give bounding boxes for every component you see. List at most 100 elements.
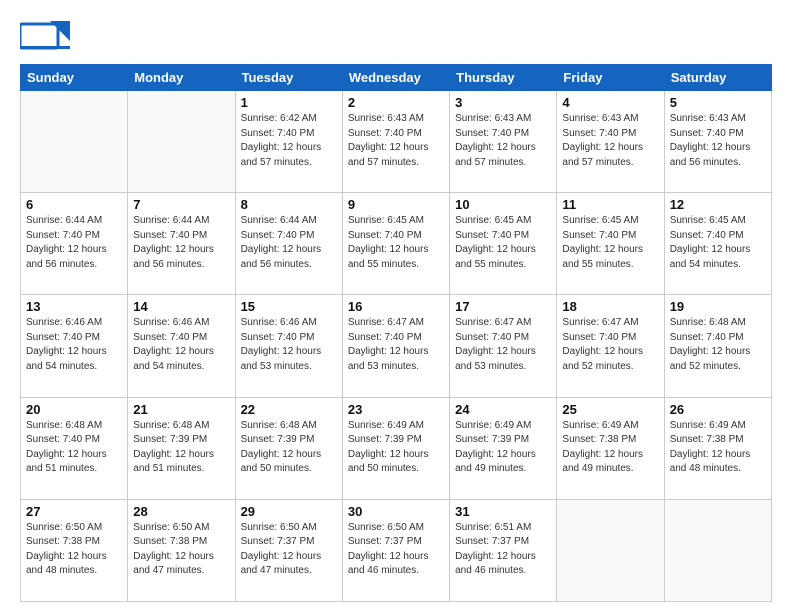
day-number: 7 [133, 197, 229, 212]
calendar-cell: 29 Sunrise: 6:50 AM Sunset: 7:37 PM Dayli… [235, 499, 342, 601]
day-info: Sunrise: 6:51 AM Sunset: 7:37 PM Dayligh… [455, 521, 551, 579]
day-info: Sunrise: 6:47 AM Sunset: 7:40 PM Dayligh… [455, 316, 551, 374]
calendar-cell: 15Sunrise: 6:46 AM Sunset: 7:40 PM Dayli… [235, 295, 342, 397]
calendar-cell: 9Sunrise: 6:45 AM Sunset: 7:40 PM Daylig… [342, 193, 449, 295]
day-info: Sunrise: 6:49 AM Sunset: 7:38 PM Dayligh… [670, 419, 766, 477]
calendar-cell: 11 Sunrise: 6:45 AM Sunset: 7:40 PM Dayli… [557, 193, 664, 295]
week-row-4: 20Sunrise: 6:48 AM Sunset: 7:40 PM Dayli… [21, 397, 772, 499]
calendar-cell: 24Sunrise: 6:49 AM Sunset: 7:39 PM Dayli… [450, 397, 557, 499]
day-info: Sunrise: 6:45 AM Sunset: 7:40 PM Dayligh… [348, 214, 444, 272]
calendar-cell: 19 Sunrise: 6:48 AM Sunset: 7:40 PM Dayli… [664, 295, 771, 397]
day-info: Sunrise: 6:44 AM Sunset: 7:40 PM Dayligh… [133, 214, 229, 272]
week-row-5: 27 Sunrise: 6:50 AM Sunset: 7:38 PM Dayli… [21, 499, 772, 601]
day-number: 3 [455, 95, 551, 110]
day-number: 25 [562, 402, 658, 417]
column-header-friday: Friday [557, 65, 664, 91]
calendar-cell: 28 Sunrise: 6:50 AM Sunset: 7:38 PM Dayli… [128, 499, 235, 601]
day-number: 13 [26, 299, 122, 314]
day-number: 6 [26, 197, 122, 212]
day-number: 10 [455, 197, 551, 212]
calendar-cell [21, 91, 128, 193]
calendar-cell: 8 Sunrise: 6:44 AM Sunset: 7:40 PM Daylig… [235, 193, 342, 295]
calendar-cell: 18 Sunrise: 6:47 AM Sunset: 7:40 PM Dayli… [557, 295, 664, 397]
day-info: Sunrise: 6:48 AM Sunset: 7:39 PM Dayligh… [133, 419, 229, 477]
day-info: Sunrise: 6:43 AM Sunset: 7:40 PM Dayligh… [562, 112, 658, 170]
calendar-cell: 13 Sunrise: 6:46 AM Sunset: 7:40 PM Dayli… [21, 295, 128, 397]
day-info: Sunrise: 6:43 AM Sunset: 7:40 PM Dayligh… [348, 112, 444, 170]
calendar-cell: 14Sunrise: 6:46 AM Sunset: 7:40 PM Dayli… [128, 295, 235, 397]
day-number: 19 [670, 299, 766, 314]
day-number: 17 [455, 299, 551, 314]
day-number: 8 [241, 197, 337, 212]
day-number: 28 [133, 504, 229, 519]
calendar-cell: 20Sunrise: 6:48 AM Sunset: 7:40 PM Dayli… [21, 397, 128, 499]
day-number: 5 [670, 95, 766, 110]
column-header-monday: Monday [128, 65, 235, 91]
calendar-cell: 25 Sunrise: 6:49 AM Sunset: 7:38 PM Dayli… [557, 397, 664, 499]
calendar-cell: 12 Sunrise: 6:45 AM Sunset: 7:40 PM Dayli… [664, 193, 771, 295]
day-info: Sunrise: 6:46 AM Sunset: 7:40 PM Dayligh… [26, 316, 122, 374]
day-info: Sunrise: 6:44 AM Sunset: 7:40 PM Dayligh… [241, 214, 337, 272]
day-info: Sunrise: 6:49 AM Sunset: 7:38 PM Dayligh… [562, 419, 658, 477]
day-info: Sunrise: 6:47 AM Sunset: 7:40 PM Dayligh… [348, 316, 444, 374]
day-info: Sunrise: 6:49 AM Sunset: 7:39 PM Dayligh… [455, 419, 551, 477]
header [20, 16, 772, 56]
day-number: 31 [455, 504, 551, 519]
week-row-1: 1 Sunrise: 6:42 AM Sunset: 7:40 PM Daylig… [21, 91, 772, 193]
day-info: Sunrise: 6:45 AM Sunset: 7:40 PM Dayligh… [670, 214, 766, 272]
calendar-cell: 23Sunrise: 6:49 AM Sunset: 7:39 PM Dayli… [342, 397, 449, 499]
day-info: Sunrise: 6:45 AM Sunset: 7:40 PM Dayligh… [455, 214, 551, 272]
week-row-2: 6 Sunrise: 6:44 AM Sunset: 7:40 PM Daylig… [21, 193, 772, 295]
day-number: 26 [670, 402, 766, 417]
calendar-table: SundayMondayTuesdayWednesdayThursdayFrid… [20, 64, 772, 602]
day-number: 30 [348, 504, 444, 519]
logo-icon [20, 16, 70, 56]
day-number: 14 [133, 299, 229, 314]
calendar-cell [557, 499, 664, 601]
day-number: 15 [241, 299, 337, 314]
day-number: 12 [670, 197, 766, 212]
calendar-cell: 21 Sunrise: 6:48 AM Sunset: 7:39 PM Dayli… [128, 397, 235, 499]
day-info: Sunrise: 6:48 AM Sunset: 7:39 PM Dayligh… [241, 419, 337, 477]
day-info: Sunrise: 6:45 AM Sunset: 7:40 PM Dayligh… [562, 214, 658, 272]
calendar-cell [128, 91, 235, 193]
logo [20, 16, 72, 56]
column-header-wednesday: Wednesday [342, 65, 449, 91]
day-info: Sunrise: 6:50 AM Sunset: 7:38 PM Dayligh… [133, 521, 229, 579]
day-info: Sunrise: 6:50 AM Sunset: 7:37 PM Dayligh… [348, 521, 444, 579]
calendar-cell: 31 Sunrise: 6:51 AM Sunset: 7:37 PM Dayli… [450, 499, 557, 601]
calendar-cell: 22 Sunrise: 6:48 AM Sunset: 7:39 PM Dayli… [235, 397, 342, 499]
day-number: 16 [348, 299, 444, 314]
calendar-cell: 1 Sunrise: 6:42 AM Sunset: 7:40 PM Daylig… [235, 91, 342, 193]
calendar-cell: 27 Sunrise: 6:50 AM Sunset: 7:38 PM Dayli… [21, 499, 128, 601]
calendar-cell: 17 Sunrise: 6:47 AM Sunset: 7:40 PM Dayli… [450, 295, 557, 397]
day-number: 21 [133, 402, 229, 417]
calendar-header-row: SundayMondayTuesdayWednesdayThursdayFrid… [21, 65, 772, 91]
column-header-tuesday: Tuesday [235, 65, 342, 91]
day-info: Sunrise: 6:43 AM Sunset: 7:40 PM Dayligh… [455, 112, 551, 170]
day-number: 27 [26, 504, 122, 519]
calendar-cell: 5 Sunrise: 6:43 AM Sunset: 7:40 PM Daylig… [664, 91, 771, 193]
day-number: 29 [241, 504, 337, 519]
day-number: 18 [562, 299, 658, 314]
calendar-cell: 16 Sunrise: 6:47 AM Sunset: 7:40 PM Dayli… [342, 295, 449, 397]
day-number: 2 [348, 95, 444, 110]
week-row-3: 13 Sunrise: 6:46 AM Sunset: 7:40 PM Dayli… [21, 295, 772, 397]
day-number: 11 [562, 197, 658, 212]
day-info: Sunrise: 6:49 AM Sunset: 7:39 PM Dayligh… [348, 419, 444, 477]
day-info: Sunrise: 6:42 AM Sunset: 7:40 PM Dayligh… [241, 112, 337, 170]
day-info: Sunrise: 6:50 AM Sunset: 7:38 PM Dayligh… [26, 521, 122, 579]
day-info: Sunrise: 6:50 AM Sunset: 7:37 PM Dayligh… [241, 521, 337, 579]
day-number: 1 [241, 95, 337, 110]
day-info: Sunrise: 6:47 AM Sunset: 7:40 PM Dayligh… [562, 316, 658, 374]
day-number: 22 [241, 402, 337, 417]
calendar-cell: 4Sunrise: 6:43 AM Sunset: 7:40 PM Daylig… [557, 91, 664, 193]
day-info: Sunrise: 6:43 AM Sunset: 7:40 PM Dayligh… [670, 112, 766, 170]
column-header-thursday: Thursday [450, 65, 557, 91]
calendar-cell: 2 Sunrise: 6:43 AM Sunset: 7:40 PM Daylig… [342, 91, 449, 193]
calendar-cell: 6Sunrise: 6:44 AM Sunset: 7:40 PM Daylig… [21, 193, 128, 295]
column-header-sunday: Sunday [21, 65, 128, 91]
day-info: Sunrise: 6:48 AM Sunset: 7:40 PM Dayligh… [670, 316, 766, 374]
calendar-cell: 7 Sunrise: 6:44 AM Sunset: 7:40 PM Daylig… [128, 193, 235, 295]
calendar-cell: 10 Sunrise: 6:45 AM Sunset: 7:40 PM Dayli… [450, 193, 557, 295]
